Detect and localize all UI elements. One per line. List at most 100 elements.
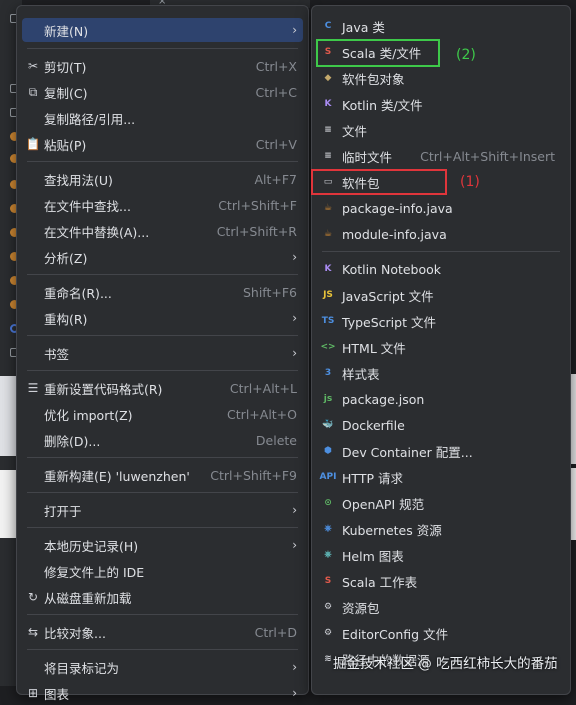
- submenu-item-label: Dockerfile: [342, 417, 405, 433]
- kotlin-notebook-icon-glyph: K: [324, 264, 332, 274]
- menu-item[interactable]: 在文件中查找... Ctrl+Shift+F: [22, 193, 303, 217]
- menu-separator: [322, 251, 560, 252]
- submenu-item[interactable]: ⊙ OpenAPI 规范: [314, 491, 565, 515]
- scratch-file-icon-glyph: ≡: [324, 151, 332, 161]
- menu-item[interactable]: ⧉ 复制(C) Ctrl+C: [22, 80, 303, 104]
- menu-item-label: 从磁盘重新加载: [44, 590, 132, 606]
- submenu-item[interactable]: C Java 类: [314, 14, 565, 38]
- menu-item-label: 剪切(T): [44, 59, 87, 75]
- submenu-item-label: Scala 工作表: [342, 574, 418, 590]
- menu-item-label: 删除(D)...: [44, 433, 101, 449]
- menu-separator: [27, 492, 298, 493]
- java-file-icon: ☕: [314, 201, 342, 215]
- submenu-item[interactable]: ⚙ EditorConfig 文件: [314, 621, 565, 645]
- submenu-item[interactable]: ⎈ Helm 图表: [314, 543, 565, 567]
- menu-item-shortcut: Ctrl+Shift+F: [218, 197, 297, 213]
- chevron-right-icon: ›: [292, 686, 297, 700]
- menu-item[interactable]: ☰ 重新设置代码格式(R) Ctrl+Alt+L: [22, 376, 303, 400]
- submenu-item[interactable]: ☕ package-info.java: [314, 196, 565, 220]
- menu-item[interactable]: 本地历史记录(H) ›: [22, 533, 303, 557]
- annotation-label-2: (2): [456, 47, 476, 63]
- submenu-item-label: Dev Container 配置...: [342, 444, 473, 460]
- menu-item-label: 复制(C): [44, 85, 88, 101]
- menu-separator: [27, 649, 298, 650]
- menu-item-shortcut: Ctrl+Shift+F9: [210, 467, 297, 483]
- menu-item-shortcut: Ctrl+Alt+L: [229, 380, 297, 396]
- http-api-icon: API: [314, 470, 342, 484]
- menu-item[interactable]: ⇆ 比较对象... Ctrl+D: [22, 620, 303, 644]
- submenu-item[interactable]: TS TypeScript 文件: [314, 309, 565, 333]
- scratch-file-icon: ≡: [314, 149, 342, 163]
- menu-item-shortcut: Ctrl+Alt+O: [227, 406, 297, 422]
- docker-icon: 🐳: [314, 418, 342, 432]
- menu-item-label: 将目录标记为: [44, 660, 120, 676]
- kotlin-icon-glyph: K: [324, 99, 332, 109]
- html-icon-glyph: <>: [320, 342, 336, 352]
- file-icon: ≡: [314, 123, 342, 137]
- submenu-item-label: 文件: [342, 123, 368, 139]
- reload-icon: ↻: [27, 590, 39, 604]
- submenu-item[interactable]: js package.json: [314, 387, 565, 411]
- compare-icon: ⇆: [27, 625, 39, 639]
- submenu-item-label: TypeScript 文件: [342, 314, 436, 330]
- menu-item[interactable]: 将目录标记为 ›: [22, 655, 303, 679]
- watermark: 掘金技术社区 @ 吃西红柿长大的番茄: [333, 656, 558, 672]
- menu-item-shortcut: Ctrl+C: [255, 84, 297, 100]
- submenu-item[interactable]: ⎈ Kubernetes 资源: [314, 517, 565, 541]
- resource-bundle-icon-glyph: ⚙: [323, 602, 333, 612]
- menu-item[interactable]: ⊞ 图表 ›: [22, 681, 303, 705]
- menu-item[interactable]: 重命名(R)... Shift+F6: [22, 280, 303, 304]
- submenu-item[interactable]: JS JavaScript 文件: [314, 283, 565, 307]
- menu-item[interactable]: 复制路径/引用...: [22, 106, 303, 130]
- menu-item-shortcut: Ctrl+X: [255, 58, 297, 74]
- menu-item[interactable]: 书签 ›: [22, 341, 303, 365]
- menu-item[interactable]: 打开于 ›: [22, 498, 303, 522]
- editorconfig-icon: ⚙: [314, 626, 342, 640]
- menu-item[interactable]: 重构(R) ›: [22, 306, 303, 330]
- helm-icon-glyph: ⎈: [324, 550, 332, 560]
- submenu-item[interactable]: ≡ 文件: [314, 118, 565, 142]
- menu-item[interactable]: 在文件中替换(A)... Ctrl+Shift+R: [22, 219, 303, 243]
- menu-item-shortcut: Delete: [255, 432, 297, 448]
- menu-item[interactable]: 分析(Z) ›: [22, 245, 303, 269]
- scala-worksheet-icon-glyph: S: [324, 576, 332, 586]
- menu-item-label: 打开于: [44, 503, 82, 519]
- menu-item[interactable]: 重新构建(E) 'luwenzhen' Ctrl+Shift+F9: [22, 463, 303, 487]
- package-object-icon-glyph: ◆: [324, 73, 332, 83]
- typescript-icon: TS: [314, 314, 342, 328]
- menu-item-shortcut: Ctrl+D: [254, 624, 297, 640]
- typescript-icon-glyph: TS: [321, 316, 335, 326]
- submenu-item[interactable]: ≡ 临时文件 Ctrl+Alt+Shift+Insert: [314, 144, 565, 168]
- html-icon: <>: [314, 340, 342, 354]
- submenu-item[interactable]: ⬢ Dev Container 配置...: [314, 439, 565, 463]
- submenu-item[interactable]: K Kotlin Notebook: [314, 257, 565, 281]
- menu-item-label: 重新构建(E) 'luwenzhen': [44, 468, 190, 484]
- submenu-item[interactable]: ⚙ 资源包: [314, 595, 565, 619]
- submenu-item[interactable]: <> HTML 文件: [314, 335, 565, 359]
- submenu-item[interactable]: ◆ 软件包对象: [314, 66, 565, 90]
- submenu-item[interactable]: K Kotlin 类/文件: [314, 92, 565, 116]
- menu-item[interactable]: 查找用法(U) Alt+F7: [22, 167, 303, 191]
- kubernetes-icon: ⎈: [314, 522, 342, 536]
- submenu-item[interactable]: ☕ module-info.java: [314, 222, 565, 246]
- menu-item[interactable]: 优化 import(Z) Ctrl+Alt+O: [22, 402, 303, 426]
- menu-item[interactable]: ✂ 剪切(T) Ctrl+X: [22, 54, 303, 78]
- kotlin-notebook-icon: K: [314, 262, 342, 276]
- menu-item[interactable]: 修复文件上的 IDE: [22, 559, 303, 583]
- chevron-right-icon: ›: [292, 346, 297, 360]
- submenu-item[interactable]: 🐳 Dockerfile: [314, 413, 565, 437]
- menu-item-label: 优化 import(Z): [44, 407, 133, 423]
- menu-item[interactable]: 📋 粘贴(P) Ctrl+V: [22, 132, 303, 156]
- submenu-item[interactable]: 3 样式表: [314, 361, 565, 385]
- menu-item-shortcut: Alt+F7: [254, 171, 297, 187]
- menu-item[interactable]: 删除(D)... Delete: [22, 428, 303, 452]
- chevron-right-icon: ›: [292, 503, 297, 517]
- menu-item[interactable]: ↻ 从磁盘重新加载: [22, 585, 303, 609]
- menu-item[interactable]: 新建(N) ›: [22, 18, 303, 42]
- submenu-item-label: Kubernetes 资源: [342, 522, 442, 538]
- annotation-label-1: (1): [460, 174, 480, 190]
- submenu-item[interactable]: S Scala 工作表: [314, 569, 565, 593]
- submenu-item[interactable]: API HTTP 请求: [314, 465, 565, 489]
- submenu-item-label: Kotlin 类/文件: [342, 97, 423, 113]
- chevron-right-icon: ›: [292, 311, 297, 325]
